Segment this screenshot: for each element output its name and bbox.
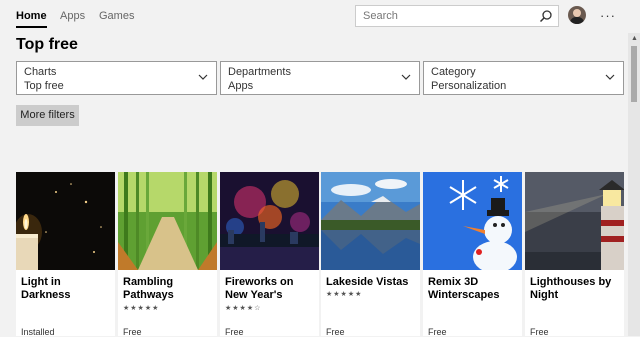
chevron-down-icon: [198, 74, 208, 80]
search-input[interactable]: Search: [363, 10, 398, 22]
app-card-rambling-pathways[interactable]: Rambling Pathways ★★★★★ Free: [118, 172, 217, 337]
nav-home[interactable]: Home: [16, 10, 47, 28]
chevron-down-icon: [401, 74, 411, 80]
scrollbar-thumb[interactable]: [631, 46, 637, 102]
avatar[interactable]: [568, 6, 586, 24]
category-value: Personalization: [431, 80, 507, 92]
charts-value: Top free: [24, 80, 64, 92]
departments-label: Departments: [228, 66, 291, 78]
departments-dropdown[interactable]: Departments Apps: [220, 61, 420, 95]
more-filters-button[interactable]: More filters: [16, 105, 79, 126]
thumbnail-bamboo-path: [118, 172, 217, 270]
thumbnail-fireworks: [220, 172, 319, 270]
app-card-fireworks[interactable]: Fireworks on New Year's ★★★★☆ Free: [220, 172, 319, 337]
avatar-body: [570, 17, 584, 24]
app-name[interactable]: Lighthouses by Night: [530, 276, 622, 302]
app-name[interactable]: Light in Darkness: [21, 276, 113, 302]
charts-dropdown[interactable]: Charts Top free: [16, 61, 217, 95]
app-name[interactable]: Fireworks on New Year's: [225, 276, 317, 302]
app-card-light-in-darkness[interactable]: Light in Darkness Installed: [16, 172, 115, 337]
thumbnail-snowman: [423, 172, 522, 270]
scroll-up-icon[interactable]: ▲: [631, 35, 638, 42]
thumbnail-candle: [16, 172, 115, 270]
app-card-lakeside-vistas[interactable]: Lakeside Vistas ★★★★★ Free: [321, 172, 420, 337]
search-box[interactable]: Search: [355, 5, 559, 27]
more-options-icon[interactable]: ···: [600, 8, 616, 23]
rating-stars: ★★★★☆: [225, 305, 262, 312]
nav-games[interactable]: Games: [99, 10, 134, 22]
top-nav: Home Apps Games Search ···: [0, 0, 628, 33]
app-card-remix-3d-winterscapes[interactable]: Remix 3D Winterscapes Free: [423, 172, 522, 337]
departments-value: Apps: [228, 80, 254, 92]
rating-stars: ★★★★★: [326, 291, 363, 298]
thumbnail-lighthouse: [525, 172, 624, 270]
app-name[interactable]: Rambling Pathways: [123, 276, 215, 302]
page-title: Top free: [16, 36, 78, 53]
category-dropdown[interactable]: Category Personalization: [423, 61, 624, 95]
app-name[interactable]: Remix 3D Winterscapes: [428, 276, 520, 302]
thumbnail-lake: [321, 172, 420, 270]
nav-apps[interactable]: Apps: [60, 10, 85, 22]
app-card-lighthouses-by-night[interactable]: Lighthouses by Night Free: [525, 172, 624, 337]
rating-stars: ★★★★★: [123, 305, 160, 312]
chevron-down-icon: [605, 74, 615, 80]
charts-label: Charts: [24, 66, 57, 78]
category-label: Category: [431, 66, 476, 78]
app-name[interactable]: Lakeside Vistas: [326, 276, 418, 289]
avatar-head: [573, 9, 581, 17]
search-icon[interactable]: [539, 9, 553, 23]
